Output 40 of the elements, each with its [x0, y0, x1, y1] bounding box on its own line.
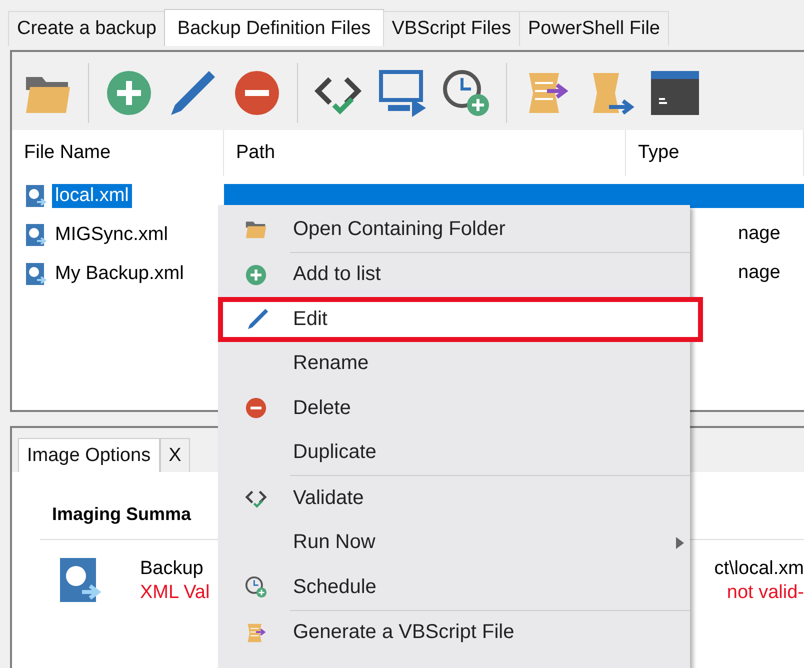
tab[interactable]: Create a backup: [8, 11, 166, 46]
tab[interactable]: Backup Definition Files: [164, 9, 384, 46]
summary-text: Backup: [140, 558, 204, 580]
file-type: nage: [737, 222, 782, 246]
tab[interactable]: PowerShell File: [519, 11, 669, 46]
menu-item[interactable]: Duplicate: [218, 430, 690, 475]
error-text: XML Val: [140, 582, 210, 604]
file-type: nage: [737, 262, 782, 284]
column-header[interactable]: Type: [626, 130, 804, 176]
tab[interactable]: X: [160, 438, 190, 472]
menu-item[interactable]: Rename: [218, 342, 690, 386]
clock-add-icon: [244, 576, 266, 598]
clock-add-icon: [442, 69, 490, 117]
tab[interactable]: Image Options: [18, 438, 160, 472]
file-name[interactable]: local.xml: [52, 184, 132, 208]
column-header[interactable]: File Name: [12, 130, 224, 176]
menu-item[interactable]: Validate: [218, 476, 690, 520]
menu-item[interactable]: Generate a VBScript File: [218, 610, 690, 655]
backup-file-icon: [24, 222, 48, 246]
menu-item[interactable]: Edit: [218, 297, 703, 342]
file-name[interactable]: MIGSync.xml: [52, 222, 171, 246]
error-text: not valid-: [726, 582, 804, 604]
backup-file-icon: [24, 262, 48, 286]
pencil-icon: [169, 69, 217, 117]
menu-item[interactable]: Schedule: [218, 565, 690, 610]
menu-item[interactable]: Delete: [218, 386, 690, 430]
monitor-run-icon: [378, 69, 426, 117]
menu-item[interactable]: Add to list: [218, 252, 690, 297]
menu-item[interactable]: Open Containing Folder: [218, 207, 690, 252]
pencil-icon: [247, 308, 269, 330]
remove-icon: [244, 397, 266, 420]
add-icon: [244, 264, 266, 286]
file-name[interactable]: My Backup.xml: [52, 262, 187, 286]
tab[interactable]: VBScript Files: [382, 11, 520, 46]
column-header[interactable]: Path: [224, 130, 626, 176]
add-icon: [105, 69, 153, 117]
file-path-text: ct\local.xm: [714, 558, 804, 580]
remove-icon: [233, 69, 281, 117]
backup-file-icon: [24, 184, 48, 208]
terminal-icon: [651, 69, 699, 117]
